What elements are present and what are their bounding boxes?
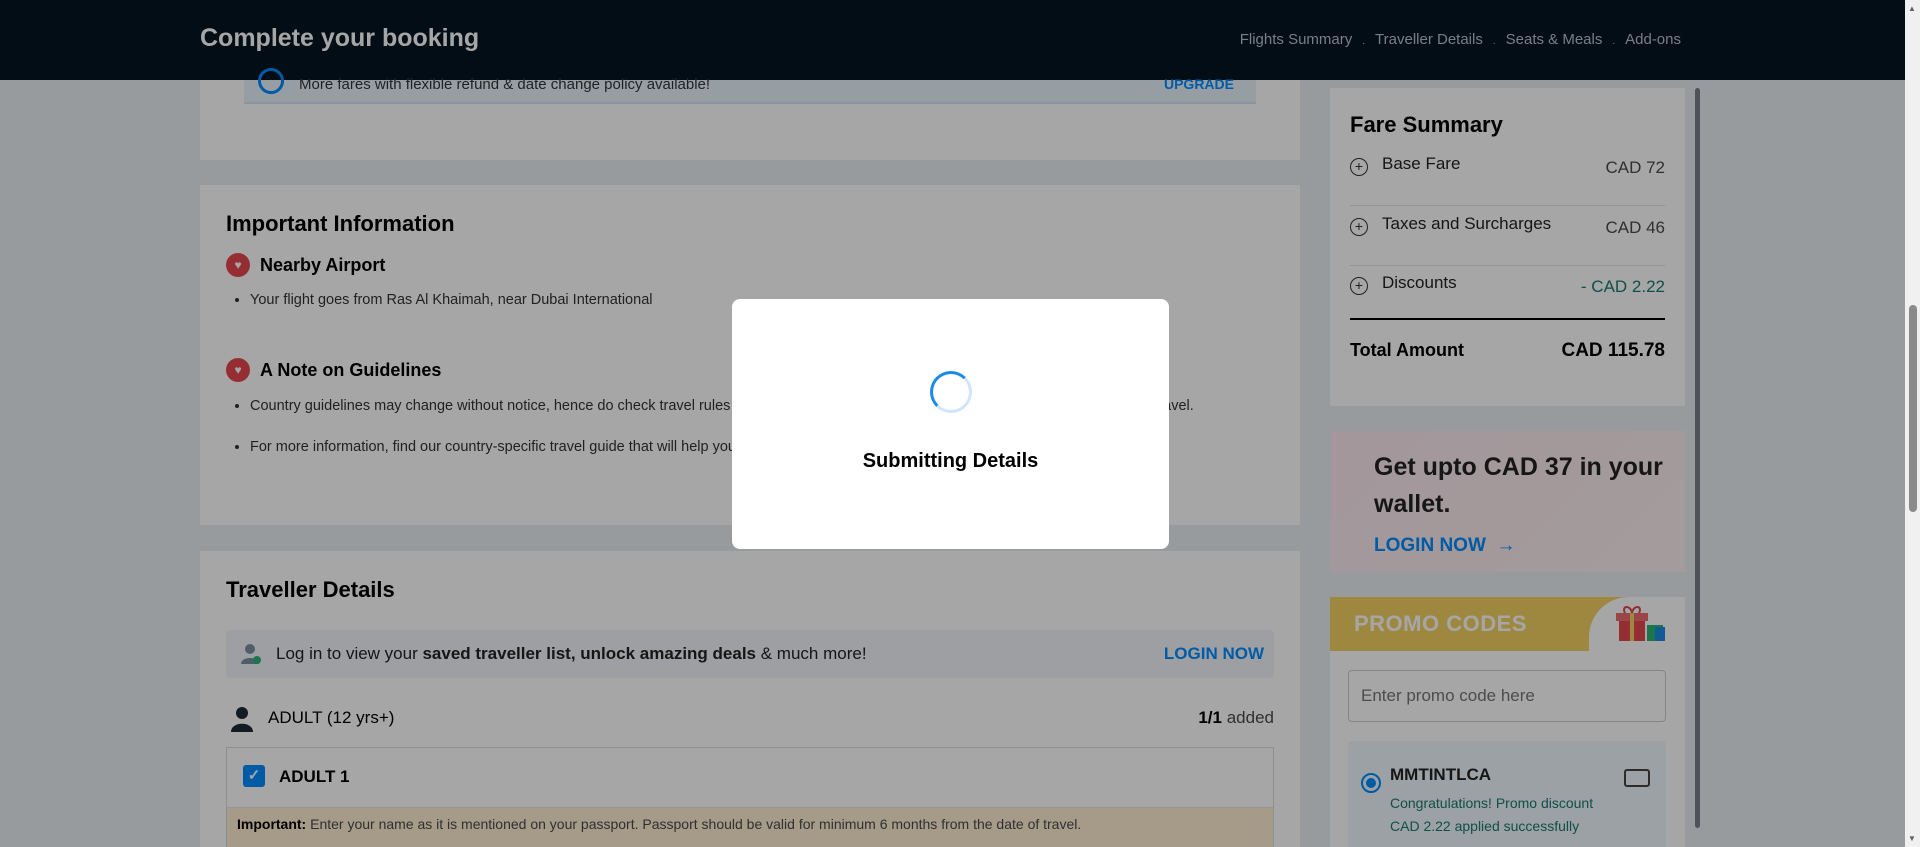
modal-message: Submitting Details bbox=[862, 450, 1039, 472]
loading-spinner-icon bbox=[930, 371, 972, 413]
scrollbar-thumb[interactable] bbox=[1909, 305, 1917, 512]
scroll-up-icon[interactable]: ▲ bbox=[1908, 4, 1916, 13]
submitting-modal: Submitting Details bbox=[732, 299, 1169, 549]
page-scrollbar[interactable]: ▲ ▼ bbox=[1905, 0, 1920, 847]
scroll-down-icon[interactable]: ▼ bbox=[1908, 834, 1916, 843]
